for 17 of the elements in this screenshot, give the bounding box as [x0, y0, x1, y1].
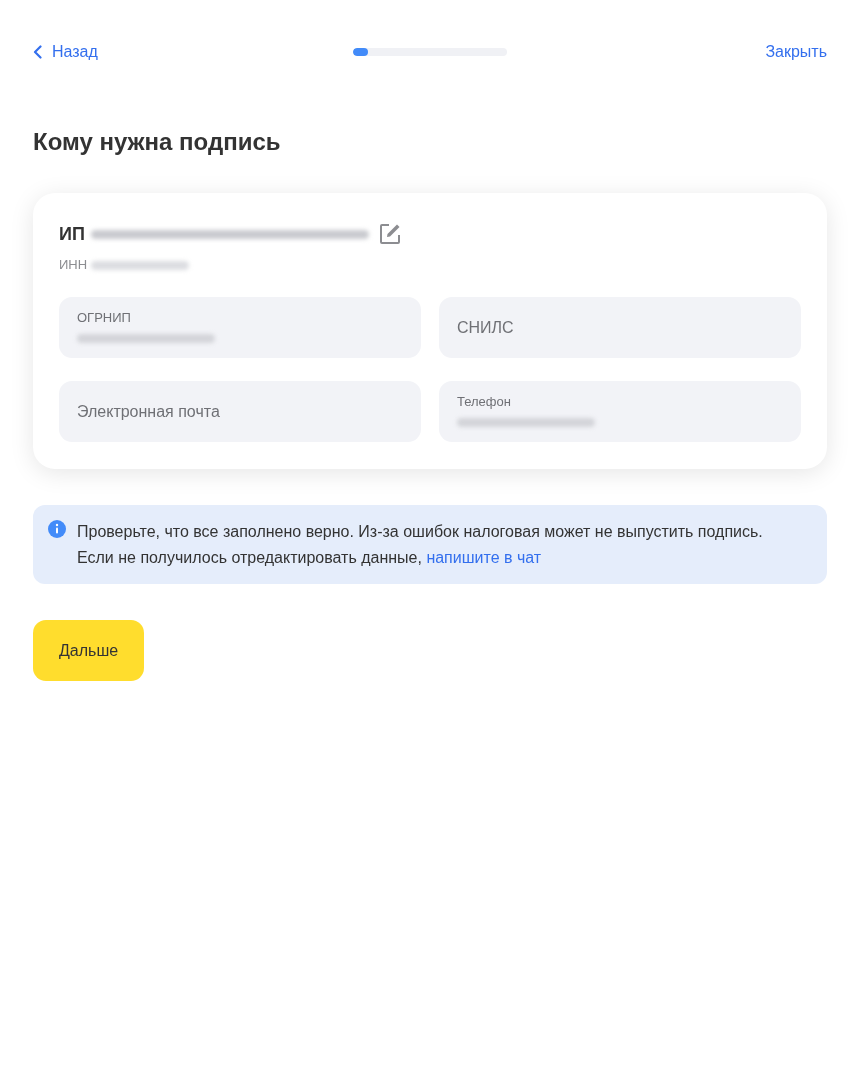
field-label: ОГРНИП: [77, 310, 131, 326]
input-field[interactable]: СНИЛС: [439, 297, 801, 358]
chevron-left-icon: [33, 45, 42, 59]
close-button[interactable]: Закрыть: [765, 40, 827, 64]
edit-icon[interactable]: [378, 223, 401, 245]
field-label: Телефон: [457, 394, 511, 410]
inn-label: ИНН: [59, 256, 88, 275]
back-button[interactable]: Назад: [33, 40, 98, 64]
info-icon: [48, 520, 66, 538]
input-field[interactable]: ОГРНИП: [59, 297, 421, 358]
input-field[interactable]: Телефон: [439, 381, 801, 442]
entity-prefix: ИП: [59, 222, 85, 246]
info-text: Проверьте, что все заполнено верно. Из-за ошибок налоговая может не выпустить подпись. Если не получилось отредактировать данные, напишите в чат: [77, 522, 764, 568]
page-title: Кому нужна подпись: [33, 127, 282, 157]
next-button[interactable]: Дальше: [33, 620, 145, 681]
input-field[interactable]: Электронная почта: [59, 381, 421, 442]
chat-link[interactable]: напишите в чат: [426, 549, 542, 566]
